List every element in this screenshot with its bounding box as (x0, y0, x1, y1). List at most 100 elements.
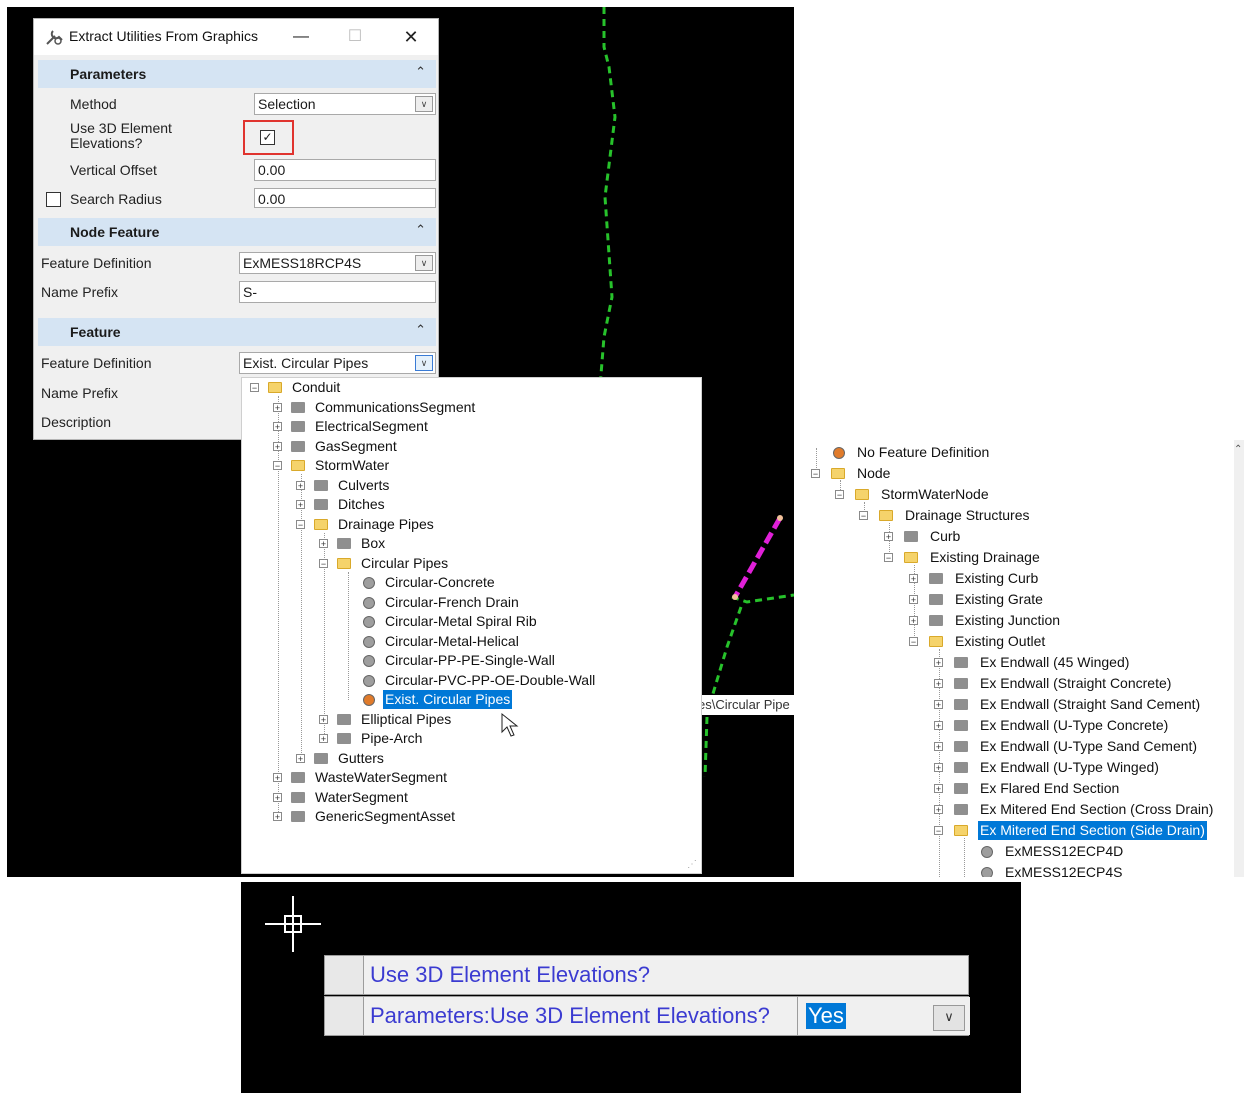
node-name-prefix-input[interactable]: S- (239, 281, 436, 303)
folder-icon (954, 741, 968, 752)
chevron-up-icon[interactable]: ⌃ (415, 64, 426, 80)
feature-definition-tree[interactable]: − Conduit + CommunicationsSegment + Elec… (241, 377, 702, 874)
folder-icon (291, 402, 305, 413)
tree-label: Box (361, 535, 386, 551)
folder-icon (337, 733, 351, 744)
chevron-down-icon[interactable]: ∨ (415, 255, 433, 271)
folder-open-icon (904, 552, 918, 563)
feature-definition-select[interactable]: Exist. Circular Pipes ∨ (239, 352, 436, 374)
tree-label: Culverts (338, 477, 390, 493)
folder-icon (291, 811, 305, 822)
parameters-section-title: Parameters (70, 66, 147, 82)
feature-definition-icon (981, 846, 993, 858)
tree-label: StormWaterNode (881, 486, 989, 502)
vertical-offset-input[interactable]: 0.00 (254, 159, 436, 181)
canvas-tooltip: es\Circular Pipe (698, 695, 794, 715)
folder-icon (291, 772, 305, 783)
utility-wrench-icon (44, 27, 64, 47)
use3d-label: Use 3D Element Elevations? (70, 121, 172, 151)
tree-label: WasteWaterSegment (315, 769, 448, 785)
feature-definition-icon (363, 636, 375, 648)
node-feature-tree[interactable]: ⌃ No Feature Definition − Node − StormWa… (806, 440, 1244, 877)
prop-header-text: Use 3D Element Elevations? (370, 962, 651, 987)
tree-label: Existing Grate (955, 591, 1043, 607)
folder-open-icon (314, 519, 328, 530)
tree-label: Ex Endwall (Straight Sand Cement) (980, 696, 1201, 712)
method-select[interactable]: Selection ∨ (254, 93, 436, 115)
method-value: Selection (258, 96, 316, 112)
use3d-label-line1: Use 3D Element (70, 120, 172, 136)
folder-open-icon (268, 382, 282, 393)
feature-definition-icon (833, 447, 845, 459)
folder-icon (954, 720, 968, 731)
resize-grip-icon[interactable]: ⋰ (687, 859, 697, 870)
tree-label-selected: Ex Mitered End Section (Side Drain) (978, 821, 1207, 840)
prop-value-select[interactable]: Yes ∨ (797, 997, 970, 1035)
tree-label: Ex Endwall (U-Type Concrete) (980, 717, 1169, 733)
feature-definition-value: Exist. Circular Pipes (243, 355, 369, 371)
search-radius-input[interactable]: 0.00 (254, 188, 436, 208)
prop-name-text: Parameters:Use 3D Element Elevations? (370, 1003, 770, 1028)
chevron-down-icon[interactable]: ∨ (415, 355, 433, 371)
crosshair-cursor-icon (263, 894, 323, 954)
tree-label: Pipe-Arch (361, 730, 423, 746)
tree-label: Circular-Metal Spiral Rib (385, 613, 537, 629)
folder-icon (954, 783, 968, 794)
use3d-checkbox[interactable]: ✓ (260, 130, 275, 145)
dialog-titlebar[interactable]: Extract Utilities From Graphics — ☐ ✕ (34, 19, 438, 55)
tree-label: StormWater (315, 457, 390, 473)
tree-label: Ex Endwall (U-Type Sand Cement) (980, 738, 1198, 754)
tree-label: Node (857, 465, 891, 481)
tree-label: Ex Flared End Section (980, 780, 1120, 796)
parameters-section-header[interactable]: Parameters ⌃ (38, 60, 436, 88)
scrollbar[interactable]: ⌃ (1234, 440, 1244, 877)
folder-icon (929, 573, 943, 584)
tree-label: Existing Outlet (955, 633, 1046, 649)
chevron-up-icon[interactable]: ⌃ (415, 322, 426, 338)
feature-description-label: Description (41, 414, 112, 430)
tree-label: Circular-Concrete (385, 574, 495, 590)
chevron-down-icon[interactable]: ∨ (415, 96, 433, 112)
feature-section-header[interactable]: Feature ⌃ (38, 318, 436, 346)
folder-icon (954, 678, 968, 689)
tree-label: CommunicationsSegment (315, 399, 476, 415)
folder-open-icon (954, 825, 968, 836)
tree-label: Circular-PP-PE-Single-Wall (385, 652, 555, 668)
tree-label: ExMESS12ECP4D (1005, 843, 1124, 859)
tree-label: ElectricalSegment (315, 418, 428, 434)
tree-label: GenericSegmentAsset (315, 808, 456, 824)
folder-icon (291, 441, 305, 452)
tree-label: No Feature Definition (857, 444, 990, 460)
folder-icon (929, 594, 943, 605)
feature-definition-label: Feature Definition (41, 355, 152, 371)
prop-row-header: Use 3D Element Elevations? (324, 955, 969, 995)
tree-label: GasSegment (315, 438, 397, 454)
close-button[interactable]: ✕ (396, 25, 426, 49)
folder-icon (954, 699, 968, 710)
vertical-offset-label: Vertical Offset (70, 162, 157, 178)
node-feature-definition-select[interactable]: ExMESS18RCP4S ∨ (239, 252, 436, 274)
node-name-prefix-label: Name Prefix (41, 284, 119, 300)
feature-definition-icon (363, 577, 375, 589)
tree-label: Drainage Structures (905, 507, 1030, 523)
chevron-down-icon[interactable]: ∨ (933, 1005, 965, 1031)
folder-open-icon (337, 558, 351, 569)
tree-label: Existing Curb (955, 570, 1039, 586)
search-radius-label: Search Radius (70, 191, 162, 207)
prop-value-text: Yes (806, 1003, 846, 1029)
scroll-up-icon[interactable]: ⌃ (1234, 444, 1242, 455)
chevron-up-icon[interactable]: ⌃ (415, 222, 426, 238)
maximize-button[interactable]: ☐ (340, 25, 370, 49)
tree-label: Ditches (338, 496, 385, 512)
folder-open-icon (929, 636, 943, 647)
folder-icon (337, 538, 351, 549)
mouse-cursor-icon (500, 712, 520, 742)
feature-definition-icon (981, 867, 993, 877)
folder-icon (291, 421, 305, 432)
node-feature-section-header[interactable]: Node Feature ⌃ (38, 218, 436, 246)
search-radius-checkbox[interactable] (46, 192, 61, 207)
tree-label: Circular-PVC-PP-OE-Double-Wall (385, 672, 596, 688)
prop-row-use3d[interactable]: Parameters:Use 3D Element Elevations? Ye… (324, 996, 970, 1036)
dialog-title: Extract Utilities From Graphics (69, 28, 259, 44)
minimize-button[interactable]: — (286, 25, 316, 49)
